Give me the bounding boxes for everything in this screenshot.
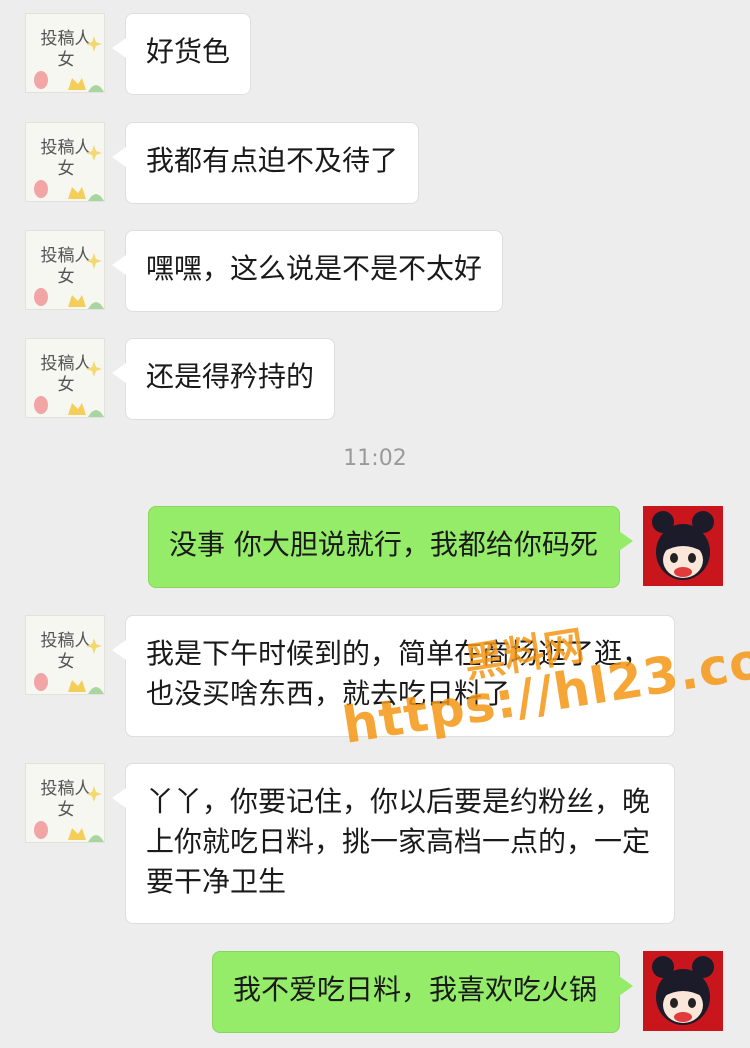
contact-avatar[interactable]: 投稿人 女	[25, 122, 105, 202]
svg-text:投稿人: 投稿人	[41, 138, 92, 158]
svg-text:投稿人: 投稿人	[41, 631, 92, 651]
svg-text:女: 女	[58, 652, 75, 672]
message-row: 投稿人 女 还是得矜持的	[0, 338, 750, 420]
svg-text:女: 女	[58, 375, 75, 395]
message-bubble[interactable]: 没事 你大胆说就行，我都给你码死	[148, 506, 633, 588]
svg-text:女: 女	[58, 267, 75, 287]
avatar-illustration: 投稿人 女	[34, 29, 104, 92]
user-avatar[interactable]	[643, 506, 723, 586]
message-text: 我不爱吃日料，我喜欢吃火锅	[233, 973, 598, 1006]
message-text: 我是下午时候到的，简单在商场逛了逛，也没买啥东西，就去吃日料了	[146, 637, 651, 710]
svg-text:女: 女	[58, 159, 75, 179]
message-row: 投稿人 女 嘿嘿，这么说是不是不太好	[0, 230, 750, 312]
avatar-illustration	[643, 506, 723, 586]
avatar-illustration: 投稿人 女	[34, 779, 104, 842]
avatar-illustration: 投稿人 女	[34, 354, 104, 417]
contact-avatar[interactable]: 投稿人 女	[25, 230, 105, 310]
message-text: 好货色	[146, 35, 231, 68]
message-row: 投稿人 女 我都有点迫不及待了	[0, 122, 750, 204]
svg-text:投稿人: 投稿人	[41, 779, 92, 799]
svg-text:投稿人: 投稿人	[41, 29, 92, 49]
message-row: 投稿人 女 丫丫，你要记住，你以后要是约粉丝，晚上你就吃日料，挑一家高档一点的，…	[0, 763, 750, 924]
message-bubble[interactable]: 嘿嘿，这么说是不是不太好	[112, 230, 503, 312]
message-row: 投稿人 女 好货色	[0, 13, 750, 95]
contact-avatar[interactable]: 投稿人 女	[25, 763, 105, 843]
avatar-illustration: 投稿人 女	[34, 138, 104, 201]
message-text: 嘿嘿，这么说是不是不太好	[146, 252, 483, 285]
message-text: 还是得矜持的	[146, 360, 315, 393]
svg-text:女: 女	[58, 50, 75, 70]
user-avatar[interactable]	[643, 951, 723, 1031]
message-bubble[interactable]: 好货色	[112, 13, 251, 95]
avatar-illustration: 投稿人 女	[34, 631, 104, 694]
message-bubble[interactable]: 我不爱吃日料，我喜欢吃火锅	[212, 951, 633, 1033]
svg-text:投稿人: 投稿人	[41, 354, 92, 374]
message-text: 丫丫，你要记住，你以后要是约粉丝，晚上你就吃日料，挑一家高档一点的，一定要干净卫…	[146, 785, 651, 898]
message-bubble[interactable]: 丫丫，你要记住，你以后要是约粉丝，晚上你就吃日料，挑一家高档一点的，一定要干净卫…	[112, 763, 675, 924]
message-row: 投稿人 女 我是下午时候到的，简单在商场逛了逛，也没买啥东西，就去吃日料了	[0, 615, 750, 737]
message-row: 没事 你大胆说就行，我都给你码死	[0, 506, 750, 588]
message-bubble[interactable]: 我是下午时候到的，简单在商场逛了逛，也没买啥东西，就去吃日料了	[112, 615, 675, 737]
avatar-illustration	[643, 951, 723, 1031]
message-row: 我不爱吃日料，我喜欢吃火锅	[0, 951, 750, 1033]
message-bubble[interactable]: 我都有点迫不及待了	[112, 122, 419, 204]
svg-text:投稿人: 投稿人	[41, 246, 92, 266]
avatar-illustration: 投稿人 女	[34, 246, 104, 309]
contact-avatar[interactable]: 投稿人 女	[25, 13, 105, 93]
contact-avatar[interactable]: 投稿人 女	[25, 338, 105, 418]
contact-avatar[interactable]: 投稿人 女	[25, 615, 105, 695]
message-bubble[interactable]: 还是得矜持的	[112, 338, 335, 420]
svg-text:女: 女	[58, 800, 75, 820]
timestamp: 11:02	[343, 446, 407, 471]
message-text: 没事 你大胆说就行，我都给你码死	[169, 528, 598, 561]
message-text: 我都有点迫不及待了	[146, 144, 399, 177]
